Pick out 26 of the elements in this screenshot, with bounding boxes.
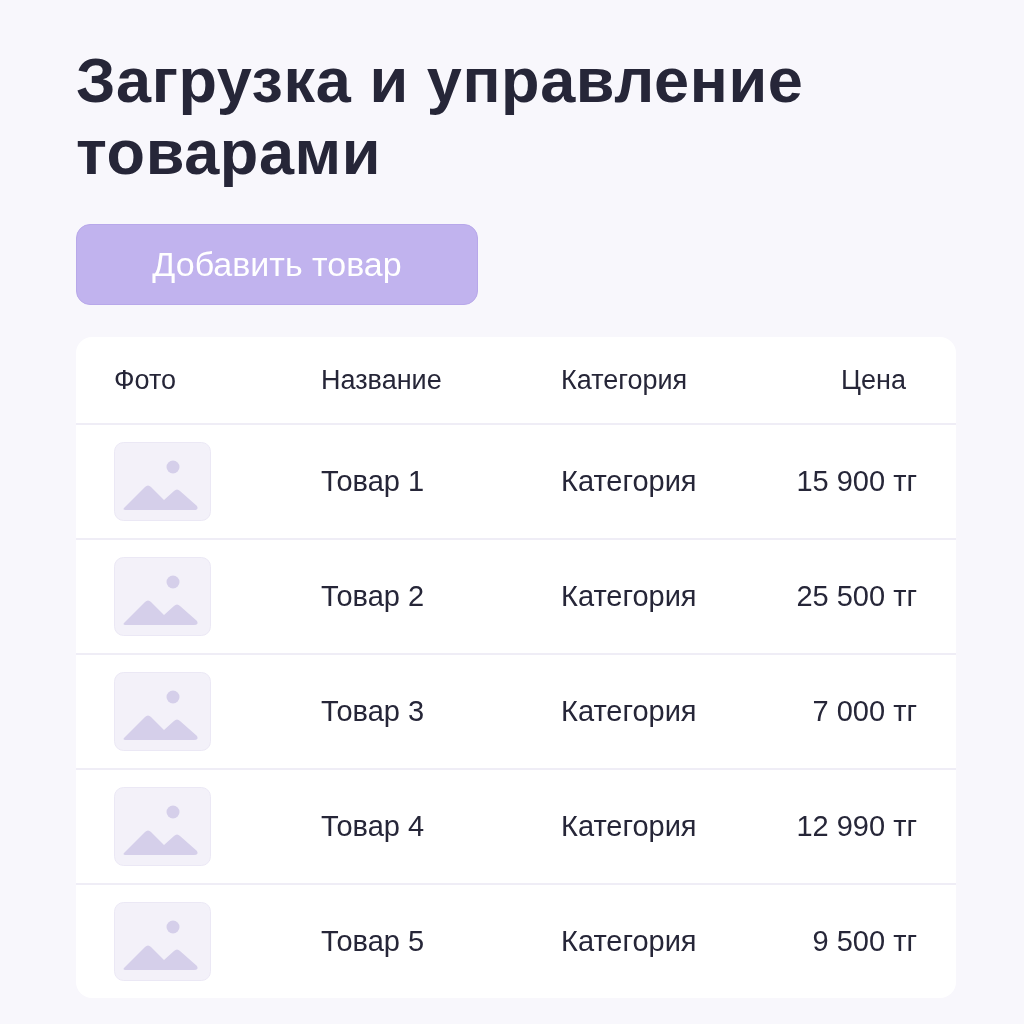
- image-icon: [114, 672, 211, 751]
- product-name-cell: Товар 2: [321, 580, 425, 613]
- price-cell: 12 990 тг: [796, 810, 917, 843]
- price-cell: 15 900 тг: [796, 465, 917, 498]
- image-icon: [114, 442, 211, 521]
- product-name-cell: Товар 4: [321, 810, 425, 843]
- product-name-cell: Товар 1: [321, 465, 425, 498]
- add-product-button[interactable]: Добавить товар: [76, 224, 478, 305]
- column-header: Цена: [841, 364, 906, 396]
- category-cell: Категория: [561, 810, 697, 843]
- image-icon: [114, 787, 211, 866]
- column-header: Категория: [561, 364, 688, 396]
- product-name-cell: Товар 5: [321, 925, 425, 958]
- column-header: Фото: [114, 364, 177, 396]
- category-cell: Категория: [561, 465, 697, 498]
- page-title: Загрузка и управление товарами: [76, 44, 805, 188]
- category-cell: Категория: [561, 580, 697, 613]
- category-cell: Категория: [561, 925, 697, 958]
- image-icon: [114, 557, 211, 636]
- column-header: Название: [321, 364, 442, 396]
- price-cell: 7 000 тг: [812, 695, 917, 728]
- product-name-cell: Товар 3: [321, 695, 425, 728]
- image-icon: [114, 902, 211, 981]
- price-cell: 9 500 тг: [812, 925, 917, 958]
- category-cell: Категория: [561, 695, 697, 728]
- price-cell: 25 500 тг: [796, 580, 917, 613]
